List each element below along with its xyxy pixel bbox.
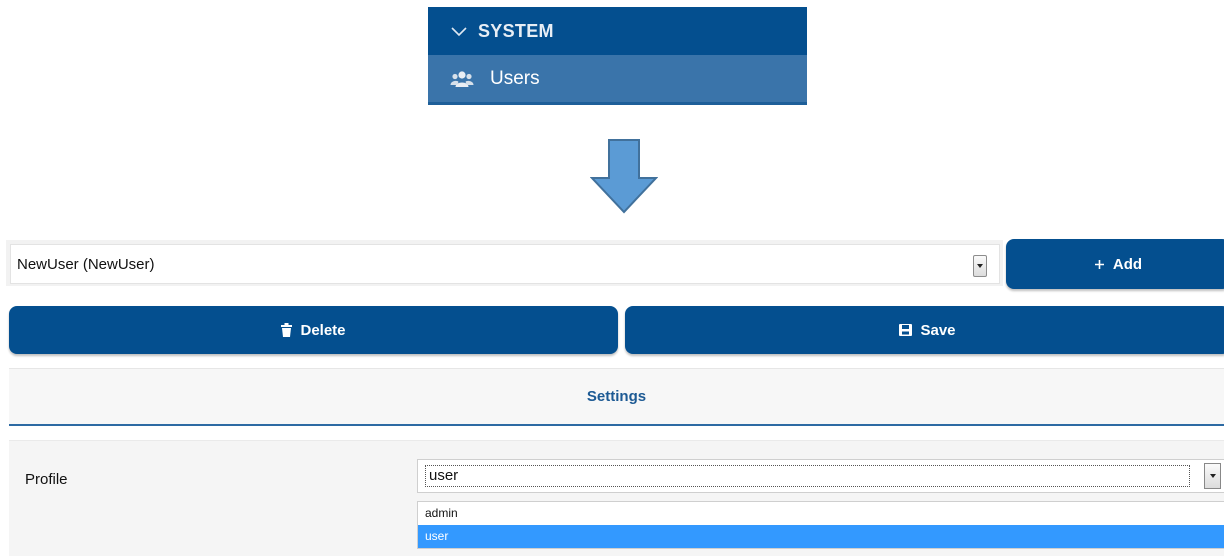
sidebar-item-users[interactable]: Users [428,55,807,105]
user-select-value: NewUser (NewUser) [17,255,155,273]
trash-icon [281,323,293,337]
floppy-disk-icon [899,324,913,336]
dropdown-arrow-icon[interactable] [1204,463,1221,489]
delete-button[interactable]: Delete [9,306,618,354]
add-button[interactable]: Add [1006,239,1224,289]
add-button-label: Add [1112,255,1143,273]
profile-option-user[interactable]: user [418,525,1224,548]
users-panel: NewUser (NewUser) Add Delete Save Settin… [0,232,1224,556]
screenshot-stage: SYSTEM Users NewUser (NewUser) Add Delet… [0,0,1224,556]
profile-option-admin[interactable]: admin [418,502,1224,525]
user-select-row: NewUser (NewUser) [6,240,1003,286]
chevron-down-icon [450,22,468,40]
dropdown-arrow-icon[interactable] [973,255,987,277]
save-button-label: Save [920,321,956,339]
sidebar-item-label: Users [490,67,540,89]
save-button[interactable]: Save [625,306,1224,354]
sidebar-snippet: SYSTEM Users [428,7,807,108]
sidebar-section-title: SYSTEM [478,20,554,41]
tab-settings-label: Settings [586,388,647,405]
profile-select[interactable]: user [417,459,1224,493]
delete-button-label: Delete [300,321,346,339]
profile-options-list: admin user [417,501,1224,549]
sidebar-section-system[interactable]: SYSTEM [428,7,807,55]
profile-select-value: user [425,465,1190,487]
arrow-down-icon [589,138,659,214]
plus-icon [1094,259,1105,270]
tab-settings[interactable]: Settings [9,368,1224,426]
profile-label: Profile [25,471,68,488]
user-select[interactable]: NewUser (NewUser) [10,244,1000,284]
profile-settings-area: Profile user admin user [9,440,1224,556]
users-icon [450,69,474,89]
